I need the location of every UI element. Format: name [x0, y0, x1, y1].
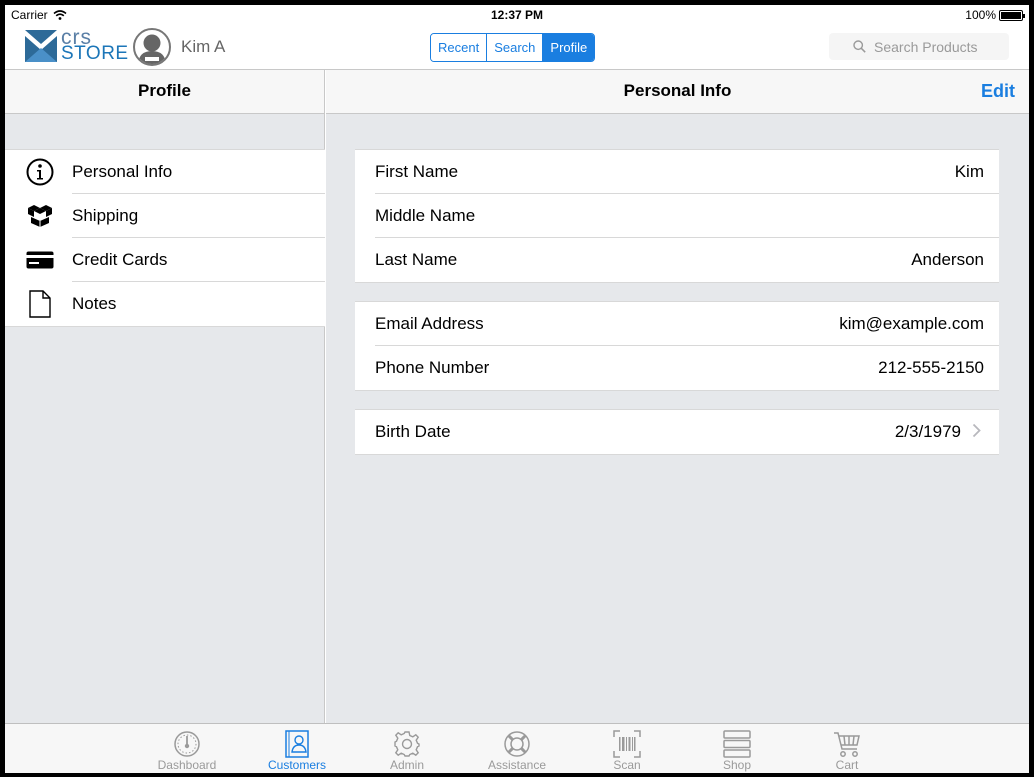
gauge-icon: [172, 730, 202, 758]
sidebar-title: Profile: [138, 81, 191, 100]
view-segmented-control: Recent Search Profile: [430, 33, 596, 62]
document-icon: [25, 290, 55, 318]
search-icon: [853, 40, 866, 53]
field-label: Last Name: [375, 250, 458, 269]
field-label: First Name: [375, 162, 459, 181]
sidebar-item-credit-cards[interactable]: Credit Cards: [5, 238, 325, 282]
name-group: First Name Kim Middle Name Last Name And…: [355, 149, 999, 283]
tab-scan[interactable]: Scan: [572, 724, 682, 773]
tab-label: Scan: [613, 758, 641, 772]
contact-group: Email Address kim@example.com Phone Numb…: [355, 301, 999, 391]
tab-label: Admin: [389, 758, 424, 772]
sidebar-item-notes[interactable]: Notes: [5, 282, 325, 326]
crs-store-logo[interactable]: crs STORE: [25, 26, 128, 65]
tab-admin[interactable]: Admin: [352, 724, 462, 773]
last-name-row[interactable]: Last Name Anderson: [355, 238, 999, 282]
tab-customers[interactable]: Customers: [242, 724, 352, 773]
lifebuoy-icon: [502, 730, 532, 758]
field-label: Middle Name: [375, 206, 476, 225]
edit-button[interactable]: Edit: [981, 81, 1015, 102]
info-icon: [25, 158, 55, 186]
phone-row[interactable]: Phone Number 212-555-2150: [355, 346, 999, 390]
field-label: Birth Date: [375, 422, 451, 441]
contacts-book-icon: [282, 730, 312, 758]
field-value: 212-555-2150: [878, 358, 984, 377]
tab-label: Customers: [267, 758, 326, 772]
field-label: Phone Number: [375, 358, 490, 377]
field-label: Email Address: [375, 314, 484, 333]
tab-shop[interactable]: Shop: [682, 724, 792, 773]
segment-search[interactable]: Search: [487, 34, 544, 61]
sidebar-item-label: Personal Info: [72, 162, 173, 181]
status-time: 12:37 PM: [490, 8, 544, 22]
detail-navbar: Personal Info Edit: [326, 70, 1029, 114]
avatar[interactable]: [133, 28, 171, 66]
sidebar-list: Personal Info Shipping Credit Cards Note…: [5, 149, 325, 327]
search-input[interactable]: Search Products: [829, 33, 1009, 60]
tab-label: Assistance: [487, 758, 547, 772]
logo-mark-icon: [25, 30, 57, 62]
segment-profile[interactable]: Profile: [543, 34, 595, 61]
tab-assistance[interactable]: Assistance: [462, 724, 572, 773]
sidebar-item-label: Notes: [72, 294, 117, 313]
boxes-icon: [25, 202, 55, 230]
birth-group: Birth Date 2/3/1979: [355, 409, 999, 455]
sidebar-item-shipping[interactable]: Shipping: [5, 194, 325, 238]
tab-bar: Dashboard Customers Admin Assistance Sca…: [5, 723, 1029, 773]
detail-title: Personal Info: [623, 81, 732, 100]
battery-indicator: 100%: [965, 8, 1025, 22]
tab-dashboard[interactable]: Dashboard: [132, 724, 242, 773]
field-value: kim@example.com: [839, 314, 984, 333]
status-bar: Carrier 12:37 PM 100%: [5, 5, 1029, 25]
battery-percent: 100%: [965, 8, 996, 22]
sidebar-item-label: Shipping: [72, 206, 139, 225]
cart-icon: [832, 730, 862, 758]
user-name[interactable]: Kim A: [181, 37, 225, 57]
middle-name-row[interactable]: Middle Name: [355, 194, 999, 238]
sidebar-item-personal-info[interactable]: Personal Info: [5, 150, 325, 194]
email-row[interactable]: Email Address kim@example.com: [355, 302, 999, 346]
birth-date-row[interactable]: Birth Date 2/3/1979: [355, 410, 999, 454]
user-avatar-icon: [138, 34, 166, 64]
tab-label: Shop: [722, 758, 752, 772]
tab-cart[interactable]: Cart: [792, 724, 902, 773]
top-bar: crs STORE Kim A Recent Search Profile Se…: [5, 25, 1029, 70]
list-icon: [722, 730, 752, 758]
chevron-right-icon: [972, 423, 981, 438]
credit-card-icon: [25, 246, 55, 274]
logo-store-text: STORE: [61, 43, 129, 64]
tab-label: Cart: [835, 758, 859, 772]
sidebar-item-label: Credit Cards: [72, 250, 168, 269]
field-value: Kim: [954, 162, 984, 181]
segment-recent[interactable]: Recent: [431, 34, 488, 61]
sidebar: Profile Personal Info Shipping Credit Ca…: [5, 70, 325, 723]
barcode-icon: [612, 730, 642, 758]
field-value: 2/3/1979: [894, 422, 961, 441]
gear-icon: [392, 730, 422, 758]
detail-pane: Personal Info Edit First Name Kim Middle…: [326, 70, 1029, 723]
field-value: Anderson: [911, 250, 984, 269]
search-placeholder: Search Products: [874, 38, 978, 55]
tab-label: Dashboard: [157, 758, 217, 772]
first-name-row[interactable]: First Name Kim: [355, 150, 999, 194]
battery-icon: [999, 9, 1025, 21]
sidebar-navbar: Profile: [5, 70, 324, 114]
ipad-screen: Carrier 12:37 PM 100% crs STORE Kim A Re…: [5, 5, 1029, 773]
